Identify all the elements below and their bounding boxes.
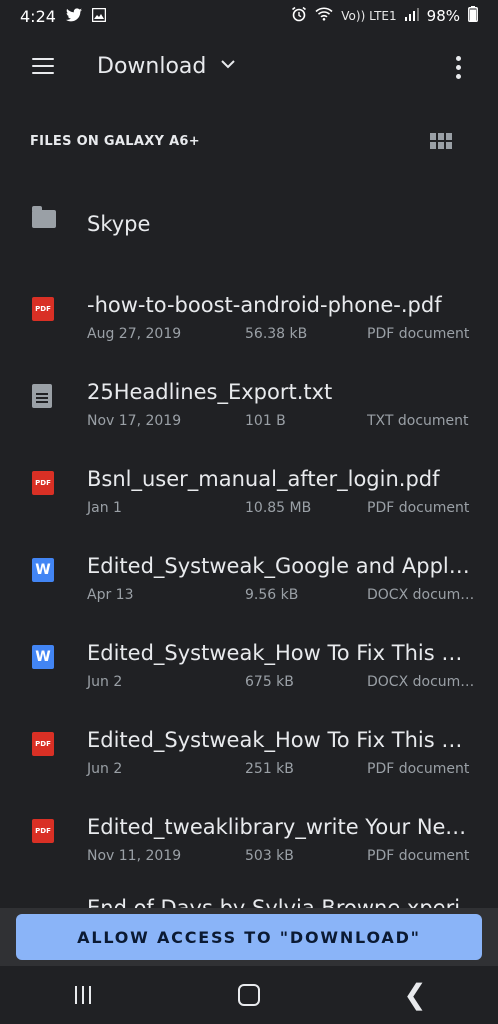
network-text: Vo)) LTE1	[341, 9, 397, 23]
file-size: 101 B	[245, 413, 286, 429]
file-date: Jan 1	[87, 500, 122, 516]
file-size: 10.85 MB	[245, 500, 312, 516]
file-size: 503 kB	[245, 848, 294, 864]
list-item[interactable]: W Edited_Systweak_How To Fix This … Jun …	[0, 615, 498, 702]
file-size: 56.38 kB	[245, 326, 308, 342]
file-name: Edited_Systweak_How To Fix This …	[87, 728, 463, 752]
recent-apps-icon	[75, 986, 91, 1004]
wifi-icon	[315, 7, 333, 25]
text-file-icon	[32, 384, 52, 408]
file-name: Skype	[87, 212, 151, 236]
file-name: -how-to-boost-android-phone-.pdf	[87, 293, 442, 317]
word-file-icon: W	[32, 558, 54, 582]
pdf-file-icon: PDF	[32, 819, 54, 843]
folder-icon	[32, 206, 56, 228]
section-title: FILES ON GALAXY A6+	[30, 134, 200, 149]
file-date: Jun 2	[87, 761, 123, 777]
file-list: Skype PDF -how-to-boost-android-phone-.p…	[0, 180, 498, 876]
system-nav-bar: ❮	[0, 966, 498, 1024]
twitter-icon	[65, 7, 82, 26]
list-item[interactable]: PDF Edited_Systweak_How To Fix This … Ju…	[0, 702, 498, 789]
status-bar: 4:24 Vo)) LTE1 98%	[0, 0, 498, 32]
file-type: PDF document	[367, 761, 470, 777]
file-date: Jun 2	[87, 674, 123, 690]
back-icon: ❮	[403, 978, 427, 1011]
image-icon	[91, 7, 107, 26]
file-type: DOCX docum…	[367, 674, 475, 690]
alarm-icon	[291, 6, 307, 26]
file-name: Edited_tweaklibrary_write Your Nex…	[87, 815, 477, 839]
file-size: 251 kB	[245, 761, 294, 777]
hamburger-menu-icon[interactable]	[32, 58, 54, 74]
list-item[interactable]: PDF -how-to-boost-android-phone-.pdf Aug…	[0, 267, 498, 354]
home-icon	[238, 984, 260, 1006]
back-button[interactable]: ❮	[385, 975, 445, 1015]
grid-view-icon[interactable]	[430, 133, 452, 149]
file-date: Apr 13	[87, 587, 134, 603]
file-type: DOCX docum…	[367, 587, 475, 603]
allow-access-button[interactable]: ALLOW ACCESS TO "DOWNLOAD"	[16, 914, 482, 960]
file-date: Aug 27, 2019	[87, 326, 182, 342]
pdf-file-icon: PDF	[32, 732, 54, 756]
file-size: 675 kB	[245, 674, 294, 690]
page-title[interactable]: Download	[97, 54, 206, 79]
file-size: 9.56 kB	[245, 587, 299, 603]
app-bar: Download	[0, 40, 498, 98]
file-date: Nov 11, 2019	[87, 848, 182, 864]
screen: 4:24 Vo)) LTE1 98% Download FILES ON GAL…	[0, 0, 498, 1024]
file-type: TXT document	[367, 413, 469, 429]
list-item[interactable]: 25Headlines_Export.txt Nov 17, 2019 101 …	[0, 354, 498, 441]
battery-icon	[468, 6, 478, 26]
file-type: PDF document	[367, 500, 470, 516]
file-name: Edited_Systweak_Google and Appl…	[87, 554, 470, 578]
file-type: PDF document	[367, 326, 470, 342]
chevron-down-icon[interactable]	[220, 54, 236, 75]
recent-apps-button[interactable]	[53, 975, 113, 1015]
list-item[interactable]: PDF Bsnl_user_manual_after_login.pdf Jan…	[0, 441, 498, 528]
file-name: Bsnl_user_manual_after_login.pdf	[87, 467, 440, 491]
status-time: 4:24	[20, 6, 56, 26]
list-item[interactable]: PDF Edited_tweaklibrary_write Your Nex… …	[0, 789, 498, 876]
home-button[interactable]	[219, 975, 279, 1015]
pdf-file-icon: PDF	[32, 471, 54, 495]
file-name: 25Headlines_Export.txt	[87, 380, 333, 404]
battery-percent: 98%	[426, 7, 460, 25]
pdf-file-icon: PDF	[32, 297, 54, 321]
access-bar: ALLOW ACCESS TO "DOWNLOAD"	[0, 908, 498, 966]
word-file-icon: W	[32, 645, 54, 669]
file-type: PDF document	[367, 848, 470, 864]
more-vert-icon[interactable]	[456, 56, 462, 83]
file-name: Edited_Systweak_How To Fix This …	[87, 641, 463, 665]
list-item[interactable]: W Edited_Systweak_Google and Appl… Apr 1…	[0, 528, 498, 615]
list-item[interactable]: Skype	[0, 180, 498, 267]
file-date: Nov 17, 2019	[87, 413, 182, 429]
signal-icon	[404, 7, 419, 25]
